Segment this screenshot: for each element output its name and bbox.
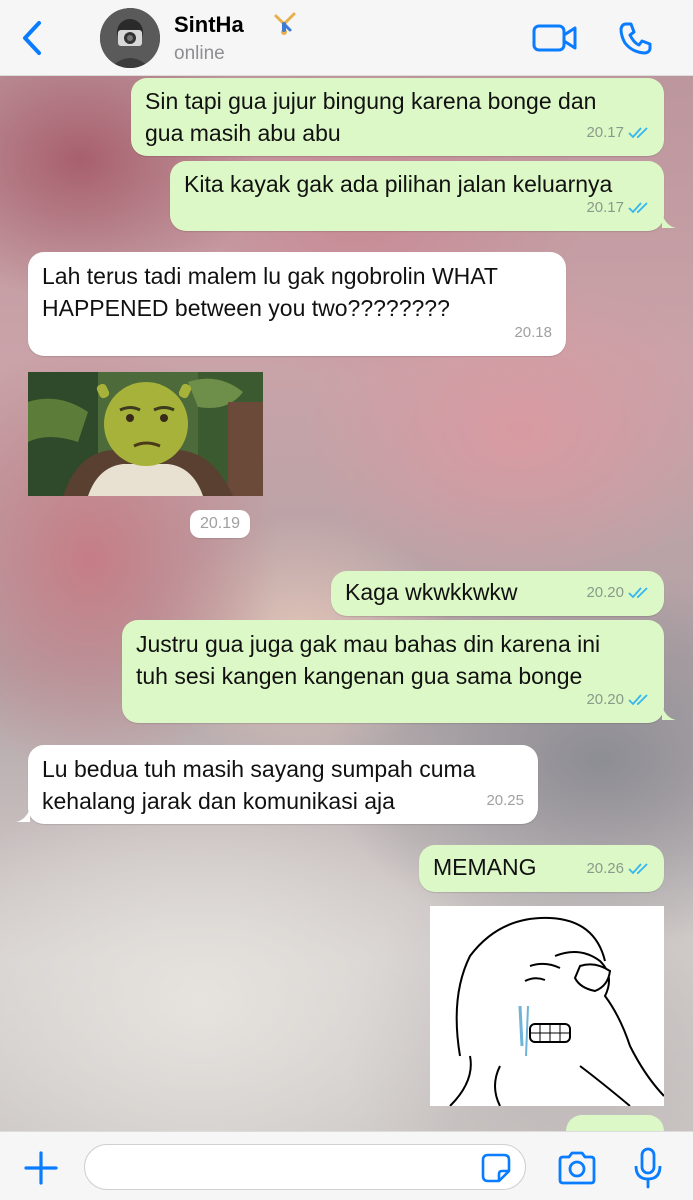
bubble-tail xyxy=(662,706,676,720)
time-label: 20.20 xyxy=(586,584,624,601)
time-label: 20.18 xyxy=(514,324,552,341)
message-text-line: HAPPENED between you two???????? xyxy=(42,295,450,321)
shrek-meme-image[interactable] xyxy=(28,372,263,496)
bubble-tail xyxy=(662,214,676,228)
double-check-icon xyxy=(628,127,648,139)
crying-wojak-image[interactable] xyxy=(430,906,664,1106)
message-time: 20.17 xyxy=(586,117,650,149)
message-text-line: gua masih abu abu xyxy=(145,120,341,146)
message-text-line: Lah terus tadi malem lu gak ngobrolin WH… xyxy=(42,263,498,289)
contact-status: online xyxy=(174,43,225,64)
contact-name[interactable]: SintHa xyxy=(174,12,244,38)
outgoing-message[interactable]: MEMANG 20.26 xyxy=(419,845,664,892)
chat-header: SintHa online xyxy=(0,0,693,76)
avatar-image xyxy=(100,8,160,68)
message-text-line: kehalang jarak dan komunikasi aja xyxy=(42,788,395,814)
back-button[interactable] xyxy=(14,20,50,56)
avatar[interactable] xyxy=(100,8,160,68)
message-text-line: Lu bedua tuh masih sayang sumpah cuma xyxy=(42,756,476,782)
double-check-icon xyxy=(628,863,648,875)
double-check-icon xyxy=(628,694,648,706)
message-time: 20.17 xyxy=(586,192,650,224)
message-time: 20.26 xyxy=(586,853,650,885)
outgoing-message[interactable]: Kaga wkwkkwkw 20.20 xyxy=(331,571,664,616)
message-input[interactable] xyxy=(84,1144,526,1190)
incoming-message[interactable]: Lu bedua tuh masih sayang sumpah cuma ke… xyxy=(28,745,538,824)
message-time: 20.18 xyxy=(514,317,552,349)
time-label: 20.26 xyxy=(586,860,624,877)
shrek-image-art xyxy=(28,372,263,496)
wojak-image-art xyxy=(430,906,664,1106)
microphone-icon xyxy=(634,1147,662,1189)
time-label: 20.17 xyxy=(586,199,624,216)
person-doing-cartwheel-icon xyxy=(274,12,296,35)
attach-button[interactable] xyxy=(22,1149,60,1187)
voice-call-button[interactable] xyxy=(618,20,654,56)
image-time: 20.19 xyxy=(190,510,251,538)
message-text-line: Sin tapi gua jujur bingung karena bonge … xyxy=(145,88,597,114)
microphone-button[interactable] xyxy=(632,1146,664,1190)
camera-button[interactable] xyxy=(556,1150,598,1186)
time-label: 20.17 xyxy=(586,124,624,141)
camera-icon xyxy=(558,1151,596,1185)
message-text-line: tuh sesi kangen kangenan gua sama bonge xyxy=(136,663,583,689)
message-time: 20.25 xyxy=(486,785,524,817)
sticker-button[interactable] xyxy=(480,1152,512,1184)
composer-bar xyxy=(0,1131,693,1200)
message-time: 20.20 xyxy=(586,577,650,609)
message-time: 20.20 xyxy=(586,684,650,716)
outgoing-message[interactable]: Kita kayak gak ada pilihan jalan keluarn… xyxy=(170,161,664,231)
outgoing-message[interactable]: Sin tapi gua jujur bingung karena bonge … xyxy=(131,78,664,156)
time-label: 20.20 xyxy=(586,691,624,708)
double-check-icon xyxy=(628,202,648,214)
chevron-left-icon xyxy=(23,21,41,55)
video-camera-icon xyxy=(532,24,577,52)
double-check-icon xyxy=(628,587,648,599)
message-text-line: Kita kayak gak ada pilihan jalan keluarn… xyxy=(184,171,613,197)
incoming-message[interactable]: Lah terus tadi malem lu gak ngobrolin WH… xyxy=(28,252,566,356)
message-text-line: Justru gua juga gak mau bahas din karena… xyxy=(136,631,601,657)
outgoing-message[interactable]: Justru gua juga gak mau bahas din karena… xyxy=(122,620,664,723)
plus-icon xyxy=(24,1151,58,1185)
time-label: 20.25 xyxy=(486,792,524,809)
video-call-button[interactable] xyxy=(532,22,578,54)
bubble-tail xyxy=(16,808,30,822)
phone-icon xyxy=(619,22,652,55)
sticker-icon xyxy=(481,1153,511,1183)
